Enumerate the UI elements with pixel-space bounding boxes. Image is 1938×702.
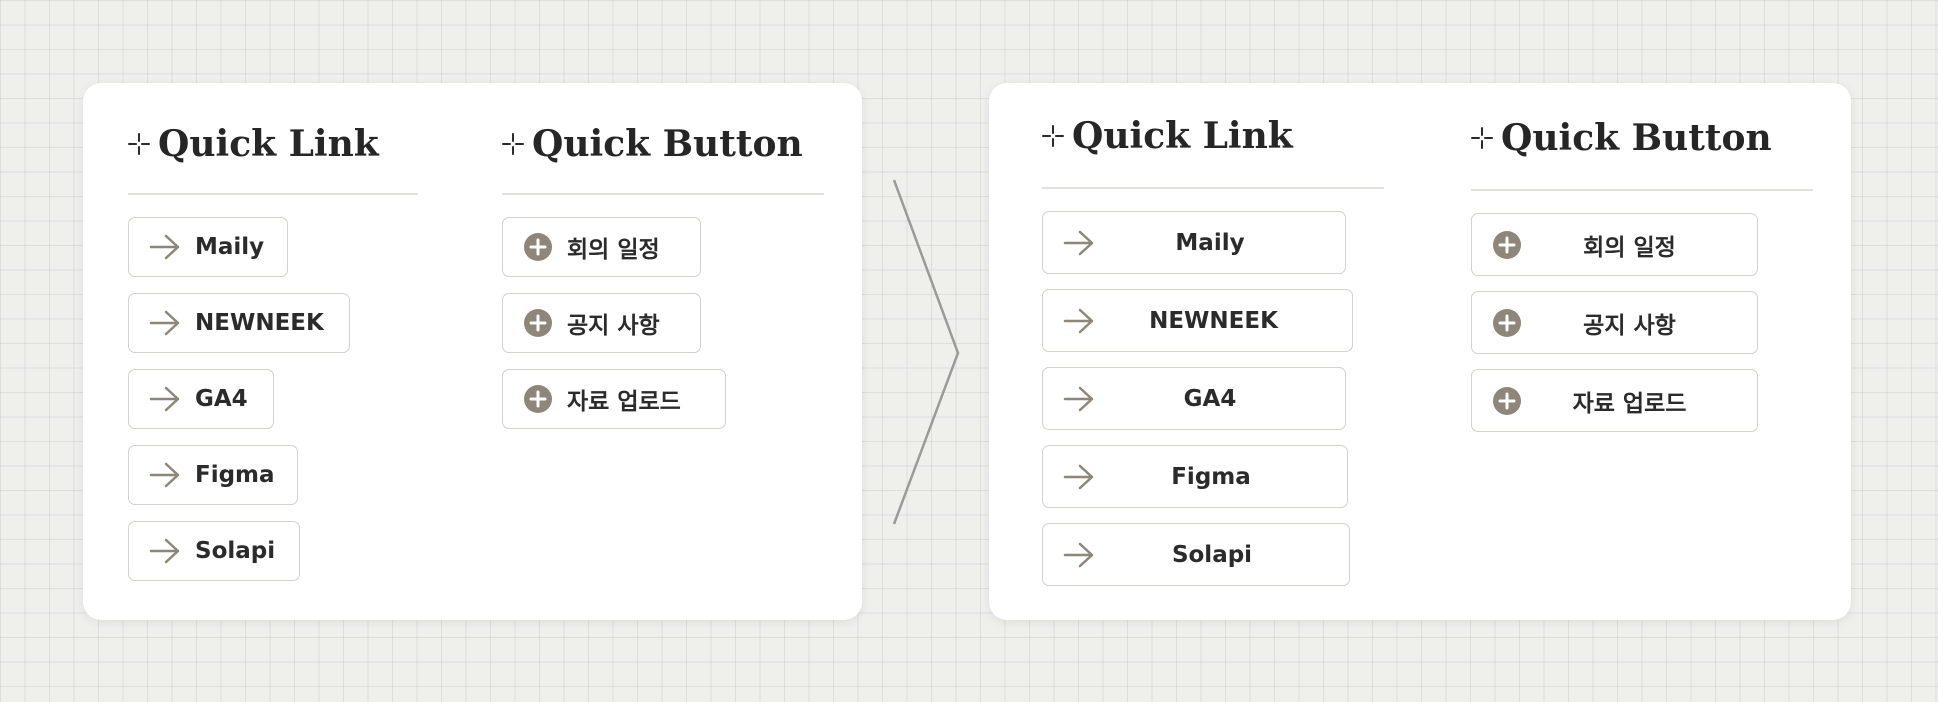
quick-link-title: Quick Link <box>1072 115 1293 157</box>
plus-circle-icon <box>1492 386 1522 416</box>
link-button-solapi[interactable]: Solapi <box>128 521 300 581</box>
arrow-right-icon <box>149 386 181 412</box>
quick-button-notice[interactable]: 공지 사항 <box>1471 291 1758 354</box>
link-button-newneek[interactable]: NEWNEEK <box>128 293 350 353</box>
quick-button-meeting[interactable]: 회의 일정 <box>502 217 701 277</box>
arrow-right-icon <box>1063 464 1095 490</box>
link-label: Solapi <box>1171 541 1253 568</box>
button-label: 회의 일정 <box>567 237 660 263</box>
link-label: GA4 <box>1183 385 1237 412</box>
divider <box>1471 189 1813 191</box>
link-button-ga4[interactable]: GA4 <box>128 369 274 429</box>
divider <box>502 193 824 195</box>
link-button-newneek[interactable]: NEWNEEK <box>1042 289 1353 352</box>
sparkle-icon <box>502 133 524 155</box>
sparkle-icon <box>128 133 150 155</box>
link-label: Solapi <box>195 538 276 564</box>
divider <box>128 193 418 195</box>
after-card: Quick Link Maily NEWNEEK GA4 Figma Solap… <box>989 83 1851 620</box>
link-label: Figma <box>195 462 275 488</box>
button-label: 공지 사항 <box>1583 312 1676 339</box>
arrow-right-icon <box>149 310 181 336</box>
quick-link-title: Quick Link <box>158 123 379 165</box>
arrow-right-icon <box>1063 542 1095 568</box>
plus-circle-icon <box>1492 308 1522 338</box>
arrow-right-icon <box>149 538 181 564</box>
link-label: Maily <box>195 234 265 260</box>
plus-circle-icon <box>523 384 553 414</box>
quick-link-heading: Quick Link <box>1042 115 1293 157</box>
link-label: Maily <box>1175 229 1245 256</box>
plus-circle-icon <box>523 308 553 338</box>
quick-button-heading: Quick Button <box>1471 117 1772 159</box>
divider <box>1042 187 1384 189</box>
arrow-right-icon <box>1063 230 1095 256</box>
quick-button-heading: Quick Button <box>502 123 803 165</box>
link-label: NEWNEEK <box>1149 307 1278 334</box>
link-button-figma[interactable]: Figma <box>128 445 298 505</box>
link-label: GA4 <box>195 386 248 412</box>
quick-button-title: Quick Button <box>532 123 803 165</box>
button-label: 공지 사항 <box>567 313 660 339</box>
quick-button-notice[interactable]: 공지 사항 <box>502 293 701 353</box>
sparkle-icon <box>1471 127 1493 149</box>
link-label: NEWNEEK <box>195 310 324 336</box>
button-label: 자료 업로드 <box>567 389 681 415</box>
plus-circle-icon <box>1492 230 1522 260</box>
quick-button-upload[interactable]: 자료 업로드 <box>502 369 726 429</box>
button-label: 회의 일정 <box>1583 234 1676 261</box>
button-label: 자료 업로드 <box>1572 390 1687 417</box>
arrow-right-icon <box>149 462 181 488</box>
sparkle-icon <box>1042 125 1064 147</box>
chevron-right-icon <box>892 179 960 525</box>
quick-button-meeting[interactable]: 회의 일정 <box>1471 213 1758 276</box>
link-button-maily[interactable]: Maily <box>128 217 288 277</box>
link-button-figma[interactable]: Figma <box>1042 445 1348 508</box>
link-button-ga4[interactable]: GA4 <box>1042 367 1346 430</box>
arrow-right-icon <box>1063 308 1095 334</box>
quick-button-title: Quick Button <box>1501 117 1772 159</box>
link-button-solapi[interactable]: Solapi <box>1042 523 1350 586</box>
plus-circle-icon <box>523 232 553 262</box>
quick-button-upload[interactable]: 자료 업로드 <box>1471 369 1758 432</box>
arrow-right-icon <box>1063 386 1095 412</box>
arrow-right-icon <box>149 234 181 260</box>
link-button-maily[interactable]: Maily <box>1042 211 1346 274</box>
link-label: Figma <box>1171 463 1251 490</box>
quick-link-heading: Quick Link <box>128 123 379 165</box>
before-card: Quick Link Maily NEWNEEK GA4 Figma Solap… <box>83 83 862 620</box>
